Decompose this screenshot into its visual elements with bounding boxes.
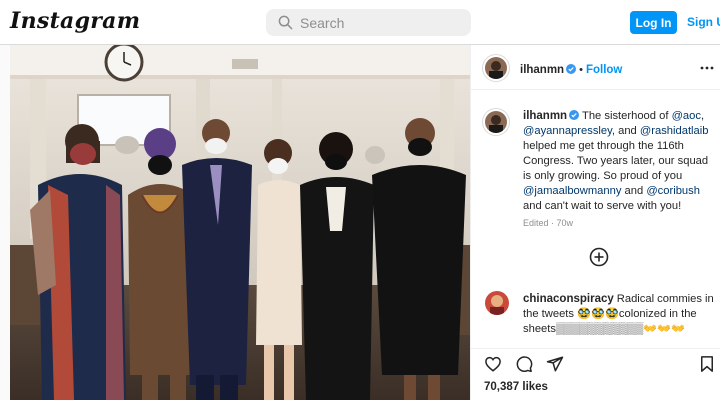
- post-photo-illustration: [10, 45, 470, 400]
- mention-jamaalbowmanny[interactable]: @jamaalbowmanny: [523, 185, 621, 197]
- send-icon[interactable]: [546, 355, 564, 373]
- add-circle-icon[interactable]: [589, 247, 609, 267]
- commenter-username[interactable]: chinaconspiracy: [523, 293, 614, 305]
- like-count[interactable]: 70,387 likes: [484, 381, 548, 393]
- instagram-logo[interactable]: Instagram: [10, 8, 140, 34]
- caption-username[interactable]: ilhanmn: [523, 110, 567, 122]
- login-button[interactable]: Log In: [630, 11, 677, 34]
- verified-badge-icon: [569, 110, 580, 120]
- top-bar: Instagram Log In Sign Up: [0, 0, 720, 45]
- search-box[interactable]: [266, 9, 471, 36]
- commenter-avatar[interactable]: [485, 291, 509, 315]
- caption-text: The sisterhood of: [582, 110, 672, 122]
- bookmark-icon[interactable]: [698, 355, 716, 373]
- caption-text: and can't wait to serve with you!: [523, 200, 682, 212]
- follow-button[interactable]: Follow: [586, 64, 622, 76]
- separator-dot: •: [579, 64, 583, 76]
- caption-text: helped me get through the 116th Congress…: [523, 140, 709, 182]
- username[interactable]: ilhanmn: [520, 64, 564, 76]
- comment-emoji-2: ▒▒▒▒▒▒▒▒▒▒▒👐👐👐: [555, 323, 685, 335]
- mention-ayannapressley[interactable]: @ayannapressley: [523, 125, 612, 137]
- post-side-panel: ilhanmn • Follow ilhanmn The sisterhood of…: [470, 45, 720, 400]
- heart-icon[interactable]: [484, 355, 502, 373]
- post-meta: Edited · 70w: [523, 218, 574, 228]
- caption-text: and: [621, 185, 647, 197]
- signup-link[interactable]: Sign Up: [687, 15, 720, 29]
- caption-text: ,: [700, 110, 705, 122]
- caption-avatar[interactable]: [485, 111, 507, 133]
- comment-icon[interactable]: [515, 355, 533, 373]
- post-actions: [471, 348, 720, 374]
- search-input[interactable]: [300, 9, 460, 36]
- edited-label: Edited: [523, 218, 549, 228]
- post-caption: ilhanmn The sisterhood of @aoc, @ayannap…: [523, 109, 719, 214]
- mention-rashidatlaib[interactable]: @rashidatlaib: [640, 125, 709, 137]
- mention-aoc[interactable]: @aoc: [672, 110, 701, 122]
- verified-badge-icon: [566, 64, 577, 74]
- mention-coribush[interactable]: @coribush: [646, 185, 700, 197]
- post-age[interactable]: 70w: [557, 218, 574, 228]
- post-header: ilhanmn • Follow: [471, 45, 720, 90]
- post-photo[interactable]: [10, 45, 470, 400]
- header-user-line: ilhanmn • Follow: [520, 60, 622, 78]
- comment-emoji-1: 🥸🥸🥸: [577, 308, 619, 320]
- search-icon: [278, 15, 293, 30]
- avatar[interactable]: [485, 57, 507, 79]
- more-options-icon[interactable]: [699, 61, 715, 75]
- caption-text: , and: [611, 125, 640, 137]
- comment: chinaconspiracy Radical commies in the tw…: [523, 292, 719, 337]
